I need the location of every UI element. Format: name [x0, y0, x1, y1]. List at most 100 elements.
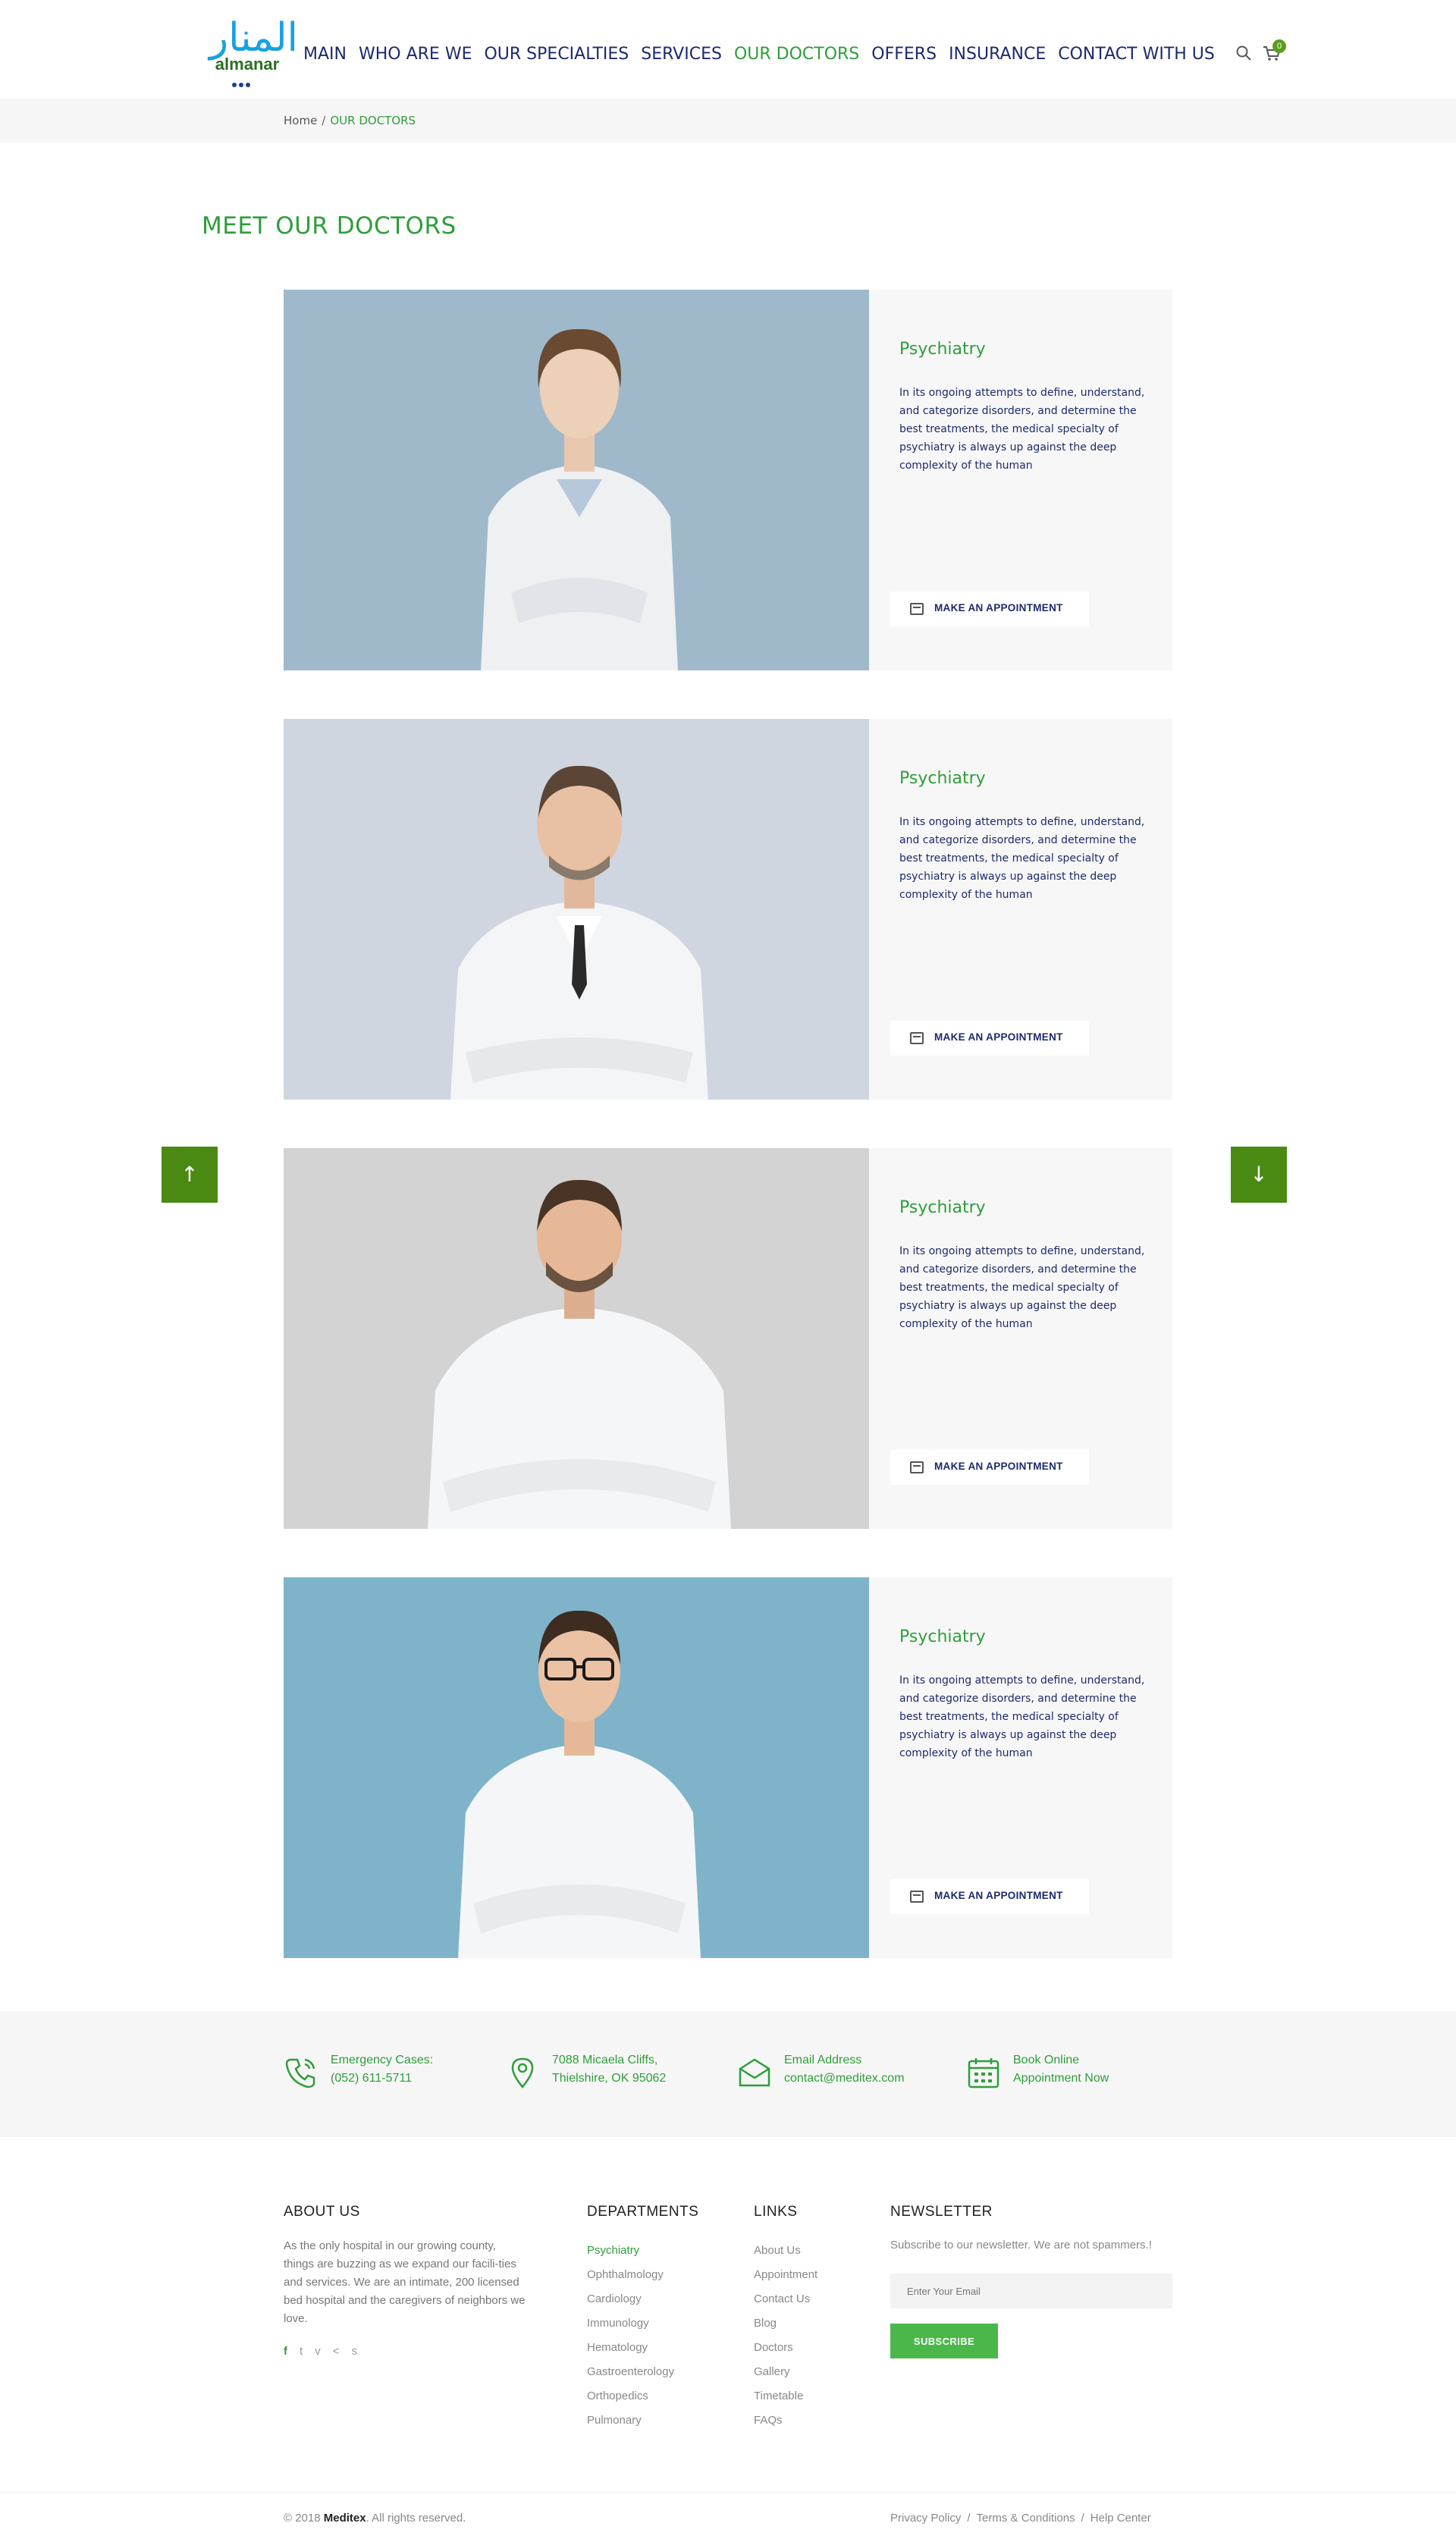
nav-item-our-specialties[interactable]: OUR SPECIALTIES	[484, 42, 629, 67]
footer-link[interactable]: FAQs	[754, 2408, 817, 2433]
make-appointment-button[interactable]: MAKE AN APPOINTMENT	[890, 1879, 1089, 1914]
appointment-label: MAKE AN APPOINTMENT	[934, 1890, 1063, 1901]
site-header: المنار almanar MAIN WHO ARE WE OUR SPECI…	[0, 0, 1456, 99]
doctor-photo	[284, 719, 869, 1100]
doctor-specialty: Psychiatry	[899, 1198, 986, 1217]
department-link[interactable]: Gastroenterology	[587, 2360, 674, 2384]
scroll-down-button[interactable]: ↓	[1231, 1147, 1287, 1203]
department-link[interactable]: Psychiatry	[587, 2239, 674, 2263]
nav-item-main[interactable]: MAIN	[303, 42, 347, 67]
doctor-description: In its ongoing attempts to define, under…	[899, 1245, 1145, 1330]
department-link[interactable]: Immunology	[587, 2311, 674, 2336]
calendar-icon	[910, 603, 924, 615]
copyright-brand: Meditex	[323, 2512, 366, 2525]
help-center-link[interactable]: Help Center	[1090, 2512, 1151, 2525]
skype-icon[interactable]: s	[351, 2345, 357, 2363]
nav-item-who-are-we[interactable]: WHO ARE WE	[359, 42, 472, 67]
doctor-specialty: Psychiatry	[899, 1627, 986, 1646]
doctor-description: In its ongoing attempts to define, under…	[899, 816, 1145, 901]
search-icon[interactable]	[1235, 44, 1253, 62]
breadcrumb-separator: /	[322, 114, 326, 127]
facebook-icon[interactable]: f	[284, 2345, 287, 2363]
logo-latin-text: almanar	[215, 55, 280, 74]
appointment-label: MAKE AN APPOINTMENT	[934, 1031, 1063, 1043]
doctor-description: In its ongoing attempts to define, under…	[899, 1674, 1145, 1759]
envelope-icon	[739, 2058, 770, 2087]
copyright: © 2018 Meditex. All rights reserved.	[284, 2512, 466, 2525]
subscribe-button[interactable]: SUBSCRIBE	[890, 2324, 998, 2358]
nav-item-offers[interactable]: OFFERS	[871, 42, 937, 67]
footer-link[interactable]: About Us	[754, 2239, 817, 2263]
cart-count-badge: 0	[1272, 39, 1286, 53]
newsletter-email-input[interactable]	[890, 2274, 1172, 2308]
footer-link[interactable]: Timetable	[754, 2384, 817, 2408]
make-appointment-button[interactable]: MAKE AN APPOINTMENT	[890, 592, 1089, 626]
twitter-icon[interactable]: t	[300, 2345, 303, 2363]
contact-label: Email Address	[784, 2054, 862, 2066]
footer-links-heading: LINKS	[754, 2204, 798, 2220]
calendar-icon	[910, 1032, 924, 1044]
department-link[interactable]: Hematology	[587, 2336, 674, 2360]
breadcrumb-current: OUR DOCTORS	[330, 114, 416, 127]
doctor-specialty: Psychiatry	[899, 340, 986, 359]
contact-value: Appointment Now	[1013, 2072, 1109, 2085]
doctor-specialty: Psychiatry	[899, 769, 986, 788]
page-title: MEET OUR DOCTORS	[202, 212, 457, 240]
contact-value: Thielshire, OK 95062	[552, 2072, 667, 2085]
breadcrumb: Home / OUR DOCTORS	[284, 114, 416, 127]
footer-divider	[0, 2492, 1456, 2493]
location-pin-icon	[511, 2057, 534, 2088]
nav-item-insurance[interactable]: INSURANCE	[949, 42, 1046, 67]
appointment-label: MAKE AN APPOINTMENT	[934, 1461, 1063, 1472]
nav-item-services[interactable]: SERVICES	[641, 42, 722, 67]
doctor-card: Psychiatry In its ongoing attempts to de…	[284, 1577, 1172, 1958]
privacy-policy-link[interactable]: Privacy Policy	[890, 2512, 961, 2525]
department-link[interactable]: Orthopedics	[587, 2384, 674, 2408]
doctor-photo	[284, 1577, 869, 1958]
doctor-description: In its ongoing attempts to define, under…	[899, 387, 1145, 472]
brand-logo[interactable]: المنار almanar	[209, 15, 298, 87]
share-icon[interactable]: <	[333, 2345, 340, 2363]
department-link[interactable]: Cardiology	[587, 2287, 674, 2311]
make-appointment-button[interactable]: MAKE AN APPOINTMENT	[890, 1021, 1089, 1056]
nav-item-contact[interactable]: CONTACT WITH US	[1058, 42, 1215, 67]
scroll-up-button[interactable]: ↑	[162, 1147, 218, 1203]
footer-about-heading: ABOUT US	[284, 2204, 360, 2220]
appointment-label: MAKE AN APPOINTMENT	[934, 602, 1063, 613]
department-link[interactable]: Pulmonary	[587, 2408, 674, 2433]
footer-link[interactable]: Contact Us	[754, 2287, 817, 2311]
footer-departments-heading: DEPARTMENTS	[587, 2204, 699, 2220]
newsletter-text: Subscribe to our newsletter. We are not …	[890, 2239, 1152, 2252]
copyright-prefix: © 2018	[284, 2512, 321, 2525]
calendar-icon	[910, 1461, 924, 1473]
breadcrumb-home[interactable]: Home	[284, 114, 317, 127]
logo-arabic-text: المنار	[209, 15, 298, 61]
footer-link[interactable]: Doctors	[754, 2336, 817, 2360]
footer-link[interactable]: Blog	[754, 2311, 817, 2336]
nav-item-our-doctors[interactable]: OUR DOCTORS	[734, 42, 859, 67]
contact-label: Book Online	[1013, 2054, 1080, 2066]
social-links: f t v < s	[284, 2345, 357, 2363]
footer-link[interactable]: Appointment	[754, 2263, 817, 2287]
copyright-suffix: . All rights reserved.	[366, 2512, 466, 2525]
department-link[interactable]: Ophthalmology	[587, 2263, 674, 2287]
breadcrumb-bar	[0, 99, 1456, 143]
logo-dots	[232, 76, 262, 87]
doctor-photo	[284, 1148, 869, 1529]
footer-link[interactable]: Gallery	[754, 2360, 817, 2384]
contact-strip	[0, 2011, 1456, 2137]
footer-newsletter-heading: NEWSLETTER	[890, 2204, 993, 2220]
doctor-card: Psychiatry In its ongoing attempts to de…	[284, 290, 1172, 670]
make-appointment-button[interactable]: MAKE AN APPOINTMENT	[890, 1450, 1089, 1485]
phone-icon	[285, 2058, 315, 2088]
legal-links: Privacy Policy / Terms & Conditions / Help C…	[890, 2512, 1151, 2525]
doctor-photo	[284, 290, 869, 670]
links-list: About Us Appointment Contact Us Blog Doc…	[754, 2239, 817, 2433]
vimeo-icon[interactable]: v	[315, 2345, 321, 2363]
contact-value: (052) 611-5711	[331, 2072, 413, 2085]
calendar-icon	[910, 1891, 924, 1903]
terms-link[interactable]: Terms & Conditions	[977, 2512, 1075, 2525]
doctor-card: Psychiatry In its ongoing attempts to de…	[284, 719, 1172, 1100]
contact-label: 7088 Micaela Cliffs,	[552, 2054, 658, 2066]
calendar-icon	[968, 2058, 999, 2088]
